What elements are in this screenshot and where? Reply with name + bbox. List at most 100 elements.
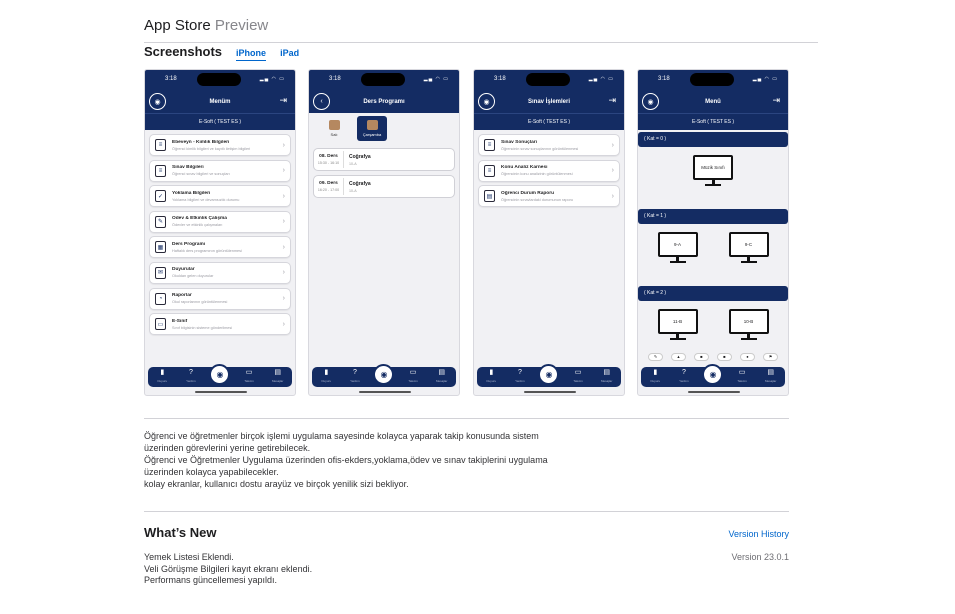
floor-header: ( Kat = 1 ) xyxy=(638,209,788,224)
room-monitor: 11-B xyxy=(657,309,698,343)
tab-item: ? Yardım xyxy=(679,369,689,383)
status-bar: 3:18 ▂▄ ◠ ▭ xyxy=(638,70,788,91)
nav-bar: ◉ Menü ⇥ xyxy=(638,91,788,113)
menu-item-title: Raporlar xyxy=(172,293,192,299)
description-line: Öğrenci ve Öğretmenler Uygulama üzerinde… xyxy=(144,454,548,465)
school-bar: E-Soft ( TEST ES ) xyxy=(638,113,788,130)
tab-iphone[interactable]: iPhone xyxy=(236,48,267,61)
screenshot-4[interactable]: 3:18 ▂▄ ◠ ▭ ◉ Menü ⇥ E-Soft ( TEST ES ) … xyxy=(637,69,789,396)
status-time: 3:18 xyxy=(165,76,177,82)
chevron-right-icon: › xyxy=(282,295,285,303)
logout-icon: ⇥ xyxy=(772,95,780,105)
tab-item: ▮ Duyuru xyxy=(321,369,332,383)
description-line: üzerinden kolayca yapabilecekler. xyxy=(144,466,279,477)
room-row: 9-A 9-C xyxy=(638,224,788,284)
quick-actions: ✎ ▲ ■ ■ ● ⚑ xyxy=(638,353,788,361)
menu-item-subtitle: Öğrenci sınav bilgileri ve sonuçları xyxy=(172,172,230,177)
document-icon: ▮ xyxy=(489,369,494,376)
lesson-row: 09. Ders 16:20 - 17:00 Coğrafya 10-A xyxy=(313,175,455,198)
lesson-row: 08. Ders 15:30 - 16:10 Coğrafya 10-A xyxy=(313,148,455,171)
menu-item: ✎ Ödev & Etkinlik Çalışma Ödevler ve etkin… xyxy=(149,210,291,233)
screenshots-header: Screenshots iPhone iPad xyxy=(144,44,299,61)
day-icon xyxy=(328,120,340,130)
menu-item: ✉ Duyurular Okuldan gelen duyurular › xyxy=(149,261,291,284)
logo-icon: ◉ xyxy=(478,93,495,110)
help-icon: ? xyxy=(188,369,193,376)
pie-chart-icon: ◔ xyxy=(155,292,166,305)
release-notes: Yemek Listesi Eklendi. Veli Görüşme Bilg… xyxy=(144,552,312,587)
status-time: 3:18 xyxy=(329,76,341,82)
home-logo-icon: ◉ xyxy=(373,363,395,385)
help-icon: ? xyxy=(352,369,357,376)
dynamic-island xyxy=(361,73,405,86)
menu-item: ≡ Konu Analiz Karnesi Öğrencinin konu anal… xyxy=(478,159,620,182)
menu-item: ▭ E-Sınıf Sınıf bilgisinin sisteme gönderi… xyxy=(149,313,291,336)
status-bar: 3:18 ▂▄ ◠ ▭ xyxy=(309,70,459,91)
page-title: App Store Preview xyxy=(144,17,268,34)
message-icon: ▤ xyxy=(438,369,445,376)
version-history-link[interactable]: Version History xyxy=(728,529,789,539)
menu-item-subtitle: Öğrencinin konu analizinin görüntülenmes… xyxy=(501,172,573,177)
room-monitor: Müzik Sınıfı xyxy=(693,155,733,201)
menu-item-subtitle: Öğrencinin sınavlardaki durumunun raporu xyxy=(501,197,573,202)
nav-title: Menü xyxy=(705,99,721,105)
document-icon: ≡ xyxy=(155,164,166,177)
status-time: 3:18 xyxy=(494,76,506,82)
room-row: 11-B 10-B xyxy=(638,301,788,349)
day-icon xyxy=(366,120,378,130)
floor-header: ( Kat = 0 ) xyxy=(638,132,788,147)
screenshot-2[interactable]: 3:18 ▂▄ ◠ ▭ ‹ Ders Programı Salı Çarşamb… xyxy=(308,69,460,396)
app-description: Öğrenci ve öğretmenler birçok işlemi uyg… xyxy=(144,431,784,491)
document-icon: ▮ xyxy=(653,369,658,376)
document-icon: ≡ xyxy=(155,139,166,151)
menu-item: ✓ Yoklama Bilgileri Yoklama bilgileri ve d… xyxy=(149,185,291,208)
document-icon: ▮ xyxy=(160,369,165,376)
room-label: 9-C xyxy=(730,234,767,255)
tab-item: ? Yardım xyxy=(515,369,525,383)
menu-item-title: Yoklama Bilgileri xyxy=(172,190,211,196)
tab-item: ▮ Duyuru xyxy=(157,369,168,383)
logo-icon: ◉ xyxy=(149,93,166,110)
chevron-right-icon: › xyxy=(282,320,285,328)
nav-bar: ‹ Ders Programı xyxy=(309,91,459,113)
release-note: Performans güncellemesi yapıldı. xyxy=(144,575,278,586)
logout-icon: ⇥ xyxy=(608,95,616,105)
home-logo-icon: ◉ xyxy=(702,363,724,385)
floor-header: ( Kat = 2 ) xyxy=(638,286,788,301)
tab-item: ▤ Mesajlar xyxy=(765,369,777,383)
announcement-icon: ✉ xyxy=(155,266,166,279)
menu-item-subtitle: Haftalık ders programının görüntülenmesi xyxy=(172,248,242,253)
chevron-right-icon: › xyxy=(611,167,614,175)
section-divider xyxy=(144,511,789,512)
help-icon: ? xyxy=(517,369,522,376)
menu-item-subtitle: Okuldan gelen duyurular xyxy=(172,274,214,279)
homework-icon: ✎ xyxy=(155,215,166,228)
tab-item: ▤ Mesajlar xyxy=(436,369,448,383)
quick-action-icon: ⚑ xyxy=(763,353,778,361)
day-tab: Salı xyxy=(319,116,349,141)
menu-item-subtitle: Öğrencinin sınav sonuçlarının görüntülen… xyxy=(501,146,579,151)
home-indicator xyxy=(688,391,740,393)
message-icon: ▤ xyxy=(767,369,774,376)
message-icon: ▤ xyxy=(603,369,610,376)
chevron-right-icon: › xyxy=(282,218,285,226)
tab-ipad[interactable]: iPad xyxy=(280,48,299,60)
screenshot-1[interactable]: 3:18 ▂▄ ◠ ▭ ◉ Menüm ⇥ E-Soft ( TEST ES )… xyxy=(144,69,296,396)
calendar-icon: ▭ xyxy=(409,369,417,376)
document-icon: ≡ xyxy=(484,139,495,151)
whats-new-title: What’s New xyxy=(144,525,217,540)
chevron-right-icon: › xyxy=(282,269,285,277)
nav-title: Ders Programı xyxy=(363,99,405,105)
menu-item: ▤ Öğrenci Durum Raporu Öğrencinin sınavlar… xyxy=(478,185,620,208)
screenshot-3[interactable]: 3:18 ▂▄ ◠ ▭ ◉ Sınav İşlemleri ⇥ E-Soft (… xyxy=(473,69,625,396)
menu-item-title: Ödev & Etkinlik Çalışma xyxy=(172,216,227,222)
status-bar: 3:18 ▂▄ ◠ ▭ xyxy=(474,70,624,91)
tab-item: ▮ Duyuru xyxy=(650,369,661,383)
room-label: 9-A xyxy=(659,234,696,255)
nav-bar: ◉ Menüm ⇥ xyxy=(145,91,295,113)
quick-action-icon: ■ xyxy=(717,353,732,361)
home-indicator xyxy=(195,391,247,393)
menu-item-title: Duyurular xyxy=(172,267,195,273)
home-logo-icon: ◉ xyxy=(538,363,560,385)
description-line: üzerinden görevlerini yerine getirebilec… xyxy=(144,442,311,453)
